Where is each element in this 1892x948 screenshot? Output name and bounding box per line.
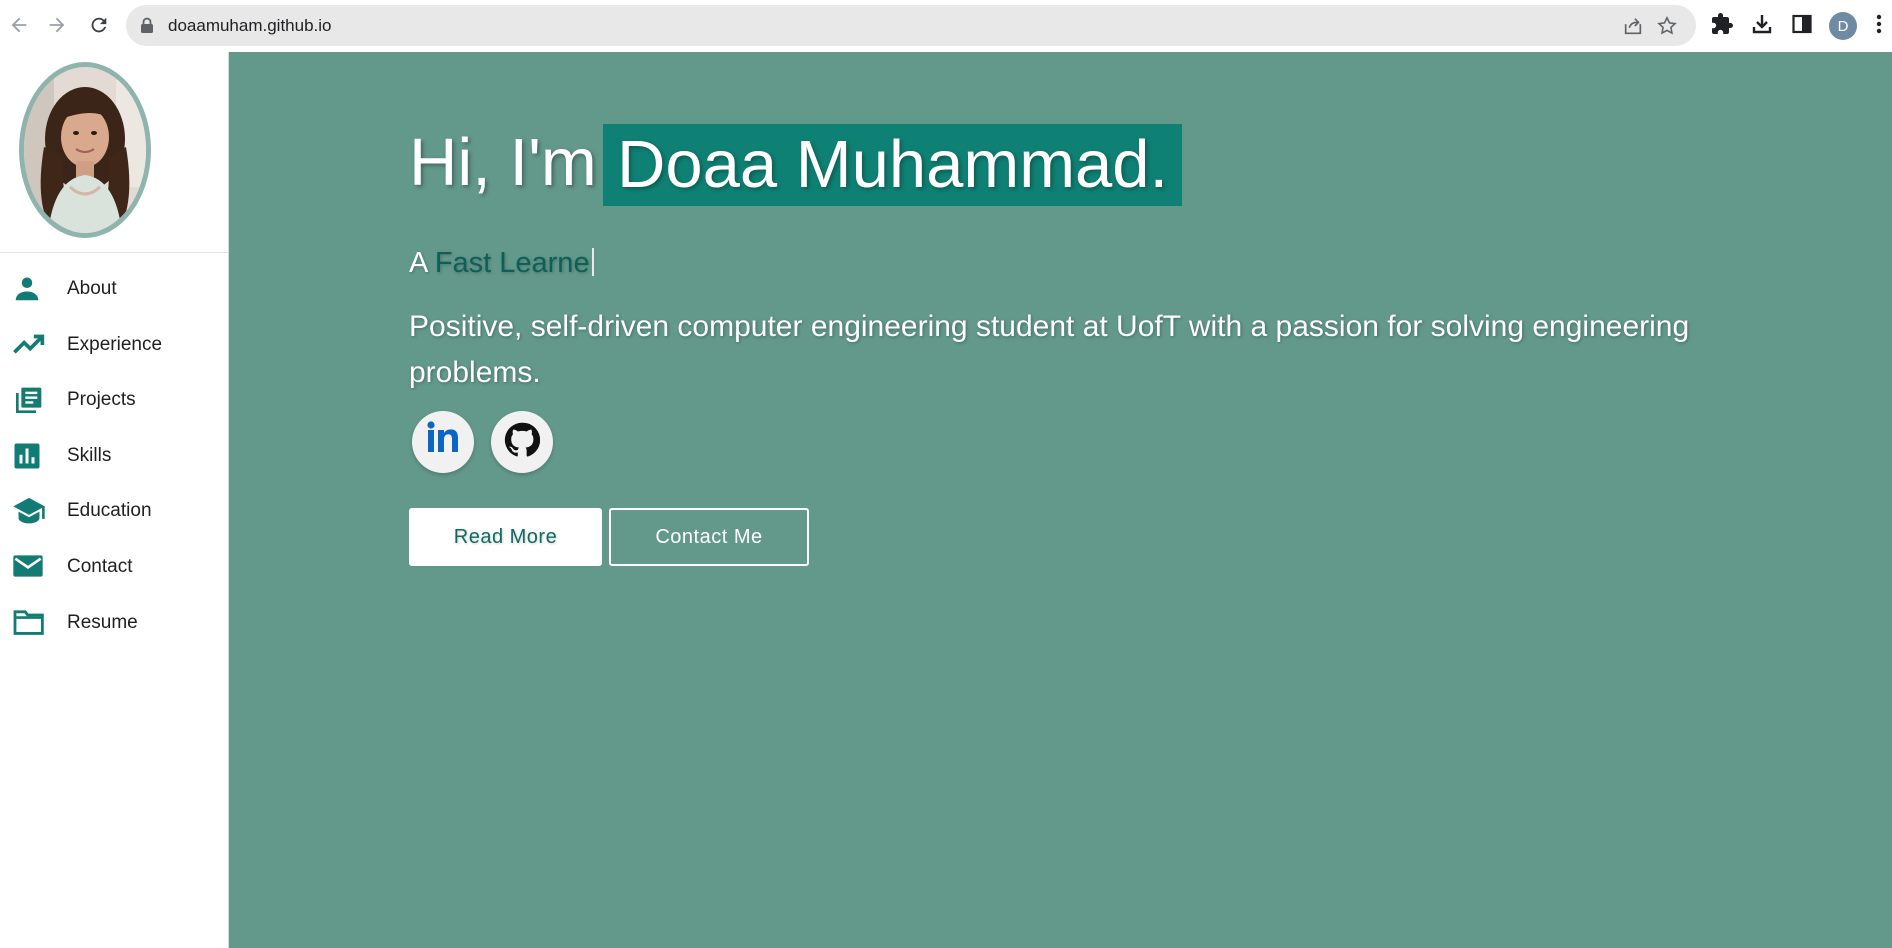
hero-tagline: A Fast Learne bbox=[409, 247, 594, 280]
sidebar: About Experience Projects Skills Educati… bbox=[0, 52, 229, 948]
sidebar-item-label: Skills bbox=[67, 445, 112, 466]
sidebar-item-experience[interactable]: Experience bbox=[0, 322, 228, 366]
browser-toolbar: doaamuham.github.io D bbox=[0, 0, 1892, 53]
github-icon bbox=[504, 422, 541, 463]
school-icon bbox=[12, 496, 46, 526]
download-icon[interactable] bbox=[1750, 12, 1776, 38]
hero-summary: Positive, self-driven computer engineeri… bbox=[409, 310, 1690, 389]
profile-photo-frame bbox=[19, 62, 151, 238]
library-books-icon bbox=[12, 385, 46, 415]
read-more-button[interactable]: Read More bbox=[409, 508, 602, 566]
hero-greeting: Hi, I'm bbox=[409, 125, 597, 200]
extensions-icon[interactable] bbox=[1710, 12, 1736, 38]
sidebar-item-skills[interactable]: Skills bbox=[0, 433, 228, 477]
back-icon[interactable] bbox=[6, 12, 32, 38]
github-link[interactable] bbox=[491, 411, 553, 473]
typing-caret bbox=[591, 248, 594, 276]
profile-photo bbox=[24, 67, 146, 233]
sidebar-item-resume[interactable]: Resume bbox=[0, 600, 228, 644]
tagline-typed-text: Fast Learne bbox=[434, 247, 590, 279]
linkedin-link[interactable] bbox=[412, 411, 474, 473]
address-bar[interactable]: doaamuham.github.io bbox=[126, 5, 1696, 46]
lock-icon[interactable] bbox=[140, 17, 156, 33]
tagline-prefix: A bbox=[409, 247, 427, 279]
person-icon bbox=[12, 274, 46, 304]
sidebar-item-label: Contact bbox=[67, 556, 133, 577]
contact-me-button[interactable]: Contact Me bbox=[609, 508, 809, 566]
sidebar-item-label: Projects bbox=[67, 389, 136, 410]
sidebar-item-projects[interactable]: Projects bbox=[0, 377, 228, 421]
bar-chart-icon bbox=[12, 441, 46, 471]
linkedin-icon bbox=[423, 420, 463, 465]
sidebar-item-label: Resume bbox=[67, 612, 138, 633]
sidebar-item-education[interactable]: Education bbox=[0, 488, 228, 532]
folder-icon bbox=[12, 608, 46, 638]
sidebar-item-label: About bbox=[67, 278, 117, 299]
hero-name: Doaa Muhammad. bbox=[603, 124, 1183, 206]
sidebar-item-contact[interactable]: Contact bbox=[0, 544, 228, 588]
sidebar-item-label: Experience bbox=[67, 334, 163, 355]
url-text[interactable]: doaamuham.github.io bbox=[168, 16, 332, 36]
share-icon[interactable] bbox=[1622, 15, 1644, 37]
sidebar-divider bbox=[0, 252, 228, 253]
mail-icon bbox=[12, 552, 46, 582]
forward-icon[interactable] bbox=[44, 12, 70, 38]
side-panel-icon[interactable] bbox=[1790, 12, 1816, 38]
trending-up-icon bbox=[12, 330, 46, 360]
reload-icon[interactable] bbox=[86, 12, 112, 38]
profile-avatar[interactable]: D bbox=[1829, 12, 1857, 40]
more-menu-icon[interactable] bbox=[1876, 12, 1884, 38]
sidebar-item-label: Education bbox=[67, 500, 152, 521]
sidebar-item-about[interactable]: About bbox=[0, 266, 228, 310]
hero-section: Hi, I'm Doaa Muhammad. A Fast Learne Pos… bbox=[229, 52, 1892, 948]
bookmark-star-icon[interactable] bbox=[1656, 15, 1678, 37]
